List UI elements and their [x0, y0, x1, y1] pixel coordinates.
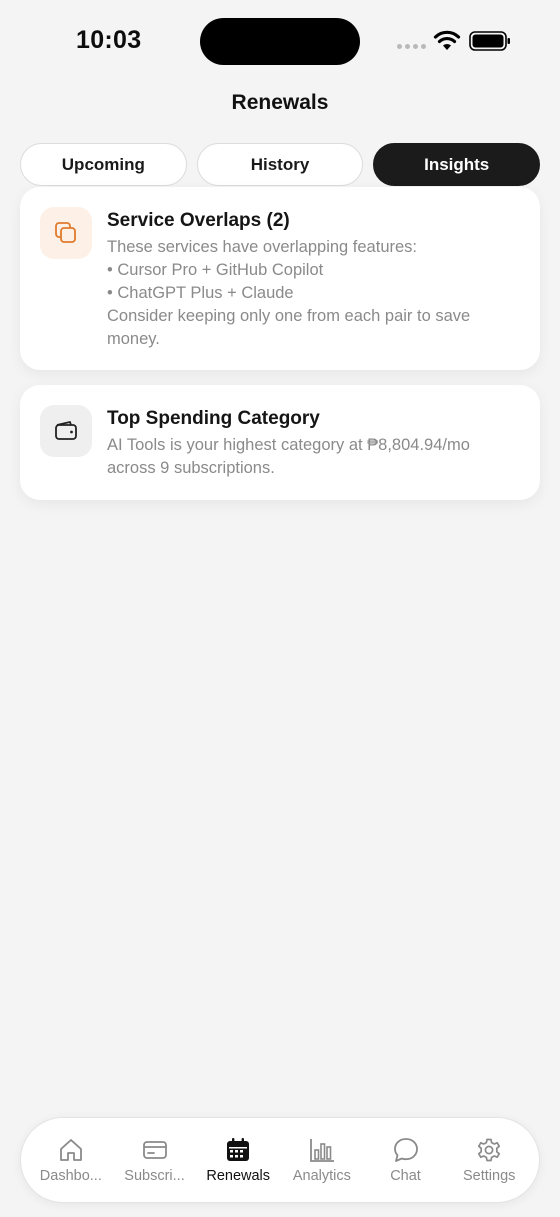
page-title: Renewals: [231, 91, 329, 114]
nav-item-chat[interactable]: Chat: [364, 1136, 448, 1184]
insight-line: • Cursor Pro + GitHub Copilot: [107, 261, 324, 279]
status-time: 10:03: [76, 26, 142, 54]
insight-line: money.: [107, 330, 160, 348]
nav-item-settings[interactable]: Settings: [447, 1136, 531, 1184]
insight-content: Top Spending Category AI Tools is your h…: [107, 405, 520, 480]
insight-description: These services have overlapping features…: [107, 236, 520, 351]
tab-history[interactable]: History: [196, 143, 364, 186]
segmented-tabs: Upcoming History Insights: [20, 143, 541, 187]
wifi-icon: [433, 30, 461, 50]
nav-label: Analytics: [292, 1168, 351, 1184]
nav-item-renewals[interactable]: Renewals: [196, 1136, 280, 1184]
insight-card-top-spending[interactable]: Top Spending Category AI Tools is your h…: [20, 385, 540, 500]
nav-label: Chat: [390, 1168, 421, 1184]
calendar-icon: [227, 1138, 250, 1161]
screen: 10:03 Renewals Upcoming History Insights…: [0, 0, 560, 1217]
nav-item-dashboard[interactable]: Dashbo...: [29, 1136, 113, 1184]
dynamic-island: [200, 18, 360, 65]
insight-title: Service Overlaps (2): [107, 210, 290, 231]
tab-insights[interactable]: Insights: [373, 143, 541, 186]
nav-label: Dashbo...: [39, 1168, 102, 1184]
overlap-copy-icon: [40, 207, 92, 259]
insight-line: These services have overlapping features…: [107, 238, 418, 256]
insight-line: Consider keeping only one from each pair…: [107, 307, 471, 325]
insight-line: across 9 subscriptions.: [107, 459, 275, 477]
insight-content: Service Overlaps (2) These services have…: [107, 207, 520, 350]
insight-line: AI Tools is your highest category at ₱8,…: [107, 436, 470, 454]
tab-upcoming[interactable]: Upcoming: [20, 143, 187, 186]
wallet-icon: [40, 405, 92, 457]
home-icon: [59, 1139, 82, 1161]
nav-item-analytics[interactable]: Analytics: [280, 1136, 364, 1184]
insight-card-service-overlaps[interactable]: Service Overlaps (2) These services have…: [20, 187, 540, 370]
chat-bubble-icon: [393, 1138, 418, 1162]
bar-chart-icon: [309, 1139, 334, 1162]
insight-description: AI Tools is your highest category at ₱8,…: [107, 434, 520, 480]
bottom-tab-bar: Dashbo... Subscri... Renewals Analytics …: [20, 1117, 540, 1203]
gear-icon: [478, 1138, 501, 1162]
nav-label: Renewals: [206, 1168, 271, 1184]
insight-title: Top Spending Category: [107, 408, 320, 429]
nav-label: Settings: [462, 1168, 516, 1184]
insight-line: • ChatGPT Plus + Claude: [107, 284, 294, 302]
cellular-signal-icon: [397, 44, 426, 49]
card-icon: [142, 1141, 167, 1159]
battery-icon: [469, 31, 510, 51]
nav-label: Subscri...: [124, 1168, 185, 1184]
nav-item-subscriptions[interactable]: Subscri...: [113, 1136, 197, 1184]
